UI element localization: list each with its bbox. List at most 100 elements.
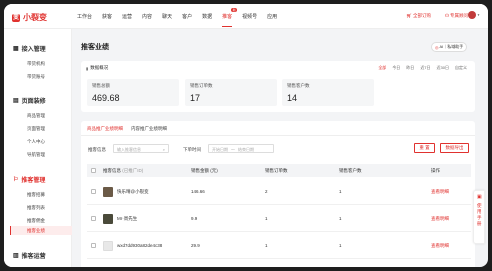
nav-item-apps[interactable]: 应用 xyxy=(267,13,277,20)
sparkle-icon: ◎ xyxy=(435,44,439,50)
user-menu[interactable]: ▼ xyxy=(468,11,480,19)
ai-assistant-button[interactable]: ◎ AI｜私域助手 xyxy=(431,42,468,52)
nav-item-channels[interactable]: 视频号 xyxy=(242,13,257,20)
stat-label: 销售客户数 xyxy=(287,83,310,88)
nav-item-promoter[interactable]: 推客 新 xyxy=(222,8,238,27)
new-badge: 新 xyxy=(231,8,238,12)
row-checkbox[interactable] xyxy=(91,189,96,194)
stat-order-count: 销售订单数 17 xyxy=(185,79,277,106)
sidebar-section-label: 接入管理 xyxy=(21,47,46,53)
date-separator: ～ xyxy=(231,147,235,152)
tab-divider xyxy=(81,135,475,136)
sidebar-item-agency[interactable]: 带货机构 xyxy=(27,61,45,67)
logo-icon: 变 xyxy=(12,13,20,22)
stat-customer-count: 销售客户数 14 xyxy=(282,79,374,106)
col-info: 推客信息 (已推广ID) xyxy=(103,168,143,174)
sidebar-section-promoter[interactable]: ⚐ 推客管理 xyxy=(13,175,45,184)
page-title: 推客业绩 xyxy=(81,44,109,51)
sidebar-item-pages[interactable]: 页面管理 xyxy=(27,126,45,132)
table-row: wxd7dd930a82de4c38 29.9 1 1 查看明细 xyxy=(87,233,471,259)
nav-item-operate[interactable]: 运营 xyxy=(122,13,132,20)
promoter-avatar xyxy=(103,187,113,197)
avatar xyxy=(468,11,477,19)
col-sales: 销售金额 (元) xyxy=(191,168,218,173)
promoter-name: 快乐晴@小裂变 xyxy=(117,189,149,194)
sidebar-item-navigation[interactable]: 导航管理 xyxy=(27,152,45,158)
headset-icon: ☊ xyxy=(445,13,449,18)
sales-amount: 9.9 xyxy=(191,216,198,221)
sidebar-section-label: 页面装修 xyxy=(21,99,46,105)
sidebar: ▦ 接入管理 带货机构 带货账号 ▤ 页面装修 商品管理 页面管理 个人中心 导… xyxy=(4,29,72,267)
table-row: 快乐晴@小裂变 146.66 2 1 查看明细 xyxy=(87,179,471,205)
stat-sales-total: 销售总额 469.68 xyxy=(87,79,179,106)
brand-logo[interactable]: 变 小裂变 xyxy=(12,12,47,23)
select-all-checkbox[interactable] xyxy=(91,168,96,173)
cart-icon: 🛒︎ xyxy=(406,13,412,18)
view-detail-link[interactable]: 查看明细 xyxy=(431,243,449,249)
promoter-search-input[interactable]: 输入推客信息 ⌕ xyxy=(113,144,169,153)
range-tab-7d[interactable]: 近7日 xyxy=(420,65,430,71)
service-link[interactable]: ☊ 专属顾问 xyxy=(445,13,468,19)
table-row: Mr·周先生 9.9 1 1 查看明细 xyxy=(87,206,471,232)
sidebar-section-label: 推客管理 xyxy=(21,178,46,184)
overview-header: ▮ 数据概况 xyxy=(86,65,108,71)
promoter-avatar xyxy=(103,241,113,251)
export-button[interactable]: 数据导出 xyxy=(440,143,469,153)
range-tab-custom[interactable]: 自定义 xyxy=(455,65,467,71)
range-tabs: 全部 今日 昨日 近7日 近30日 自定义 xyxy=(378,65,467,71)
layout-icon: ▤ xyxy=(13,98,19,104)
nav-item-customer[interactable]: 客户 xyxy=(182,13,192,20)
view-detail-link[interactable]: 查看明细 xyxy=(431,216,449,222)
order-link-label: 全部订购 xyxy=(413,13,431,18)
col-orders: 销售订单数 xyxy=(265,168,288,173)
customer-count: 1 xyxy=(339,216,342,221)
nav-item-content[interactable]: 内容 xyxy=(142,13,152,20)
promoter-avatar xyxy=(103,214,113,224)
sidebar-item-commission[interactable]: 推客佣金 xyxy=(27,218,45,224)
nav-item-chat[interactable]: 聊天 xyxy=(162,13,172,20)
sidebar-section-decor[interactable]: ▤ 页面装修 xyxy=(13,96,46,105)
range-tab-today[interactable]: 今日 xyxy=(392,65,400,71)
sidebar-item-products[interactable]: 商品管理 xyxy=(27,113,45,119)
sidebar-item-profile[interactable]: 个人中心 xyxy=(27,139,45,145)
manual-float-button[interactable]: ▣ 使用手册 xyxy=(473,190,485,244)
col-info-hint: (已推广ID) xyxy=(122,168,144,173)
promoter-name: wxd7dd930a82de4c38 xyxy=(117,243,163,248)
nav-item-workbench[interactable]: 工作台 xyxy=(77,13,92,20)
row-checkbox[interactable] xyxy=(91,216,96,221)
service-link-label: 专属顾问 xyxy=(450,13,468,18)
order-link[interactable]: 🛒︎ 全部订购 xyxy=(406,13,431,19)
range-tab-yesterday[interactable]: 昨日 xyxy=(406,65,414,71)
sidebar-item-account[interactable]: 带货账号 xyxy=(27,74,45,80)
nav-item-promoter-label: 推客 xyxy=(222,14,233,20)
order-count: 1 xyxy=(265,216,268,221)
sales-amount: 146.66 xyxy=(191,189,205,194)
start-date-placeholder: 开始日期 xyxy=(212,147,228,152)
top-navbar: 变 小裂变 工作台 获客 运营 内容 聊天 客户 数据 推客 新 视频号 应用 … xyxy=(4,4,488,29)
col-customers: 销售客户数 xyxy=(339,168,362,173)
col-ops: 操作 xyxy=(431,168,440,173)
sidebar-item-performance[interactable]: 推客业绩 xyxy=(27,228,45,234)
sidebar-item-recruit[interactable]: 推客招募 xyxy=(27,192,45,198)
range-tab-all[interactable]: 全部 xyxy=(378,65,386,71)
reset-button[interactable]: 重 置 xyxy=(414,143,435,153)
sidebar-section-access[interactable]: ▦ 接入管理 xyxy=(13,44,46,53)
view-detail-link[interactable]: 查看明细 xyxy=(431,189,449,195)
nav-item-data[interactable]: 数据 xyxy=(202,13,212,20)
manual-label: 使用手册 xyxy=(477,203,482,226)
row-checkbox[interactable] xyxy=(91,243,96,248)
order-count: 1 xyxy=(265,243,268,248)
stat-value: 17 xyxy=(190,93,201,103)
sidebar-item-list[interactable]: 推客列表 xyxy=(27,205,45,211)
col-info-label: 推客信息 xyxy=(103,168,121,173)
nav-item-acquire[interactable]: 获客 xyxy=(102,13,112,20)
range-tab-30d[interactable]: 近30日 xyxy=(437,65,449,71)
date-range-picker[interactable]: 开始日期 ～ 结束日期 xyxy=(208,144,274,153)
grid-icon: ▦ xyxy=(13,46,19,52)
overview-card: ▮ 数据概况 全部 今日 昨日 近7日 近30日 自定义 销售总额 469.68… xyxy=(81,61,475,112)
sidebar-section-label: 推客运营 xyxy=(21,254,46,260)
sales-amount: 29.9 xyxy=(191,243,200,248)
customer-count: 1 xyxy=(339,189,342,194)
stat-label: 销售订单数 xyxy=(190,83,213,88)
sidebar-section-promoter-ops[interactable]: ▥ 推客运营 xyxy=(13,251,46,260)
